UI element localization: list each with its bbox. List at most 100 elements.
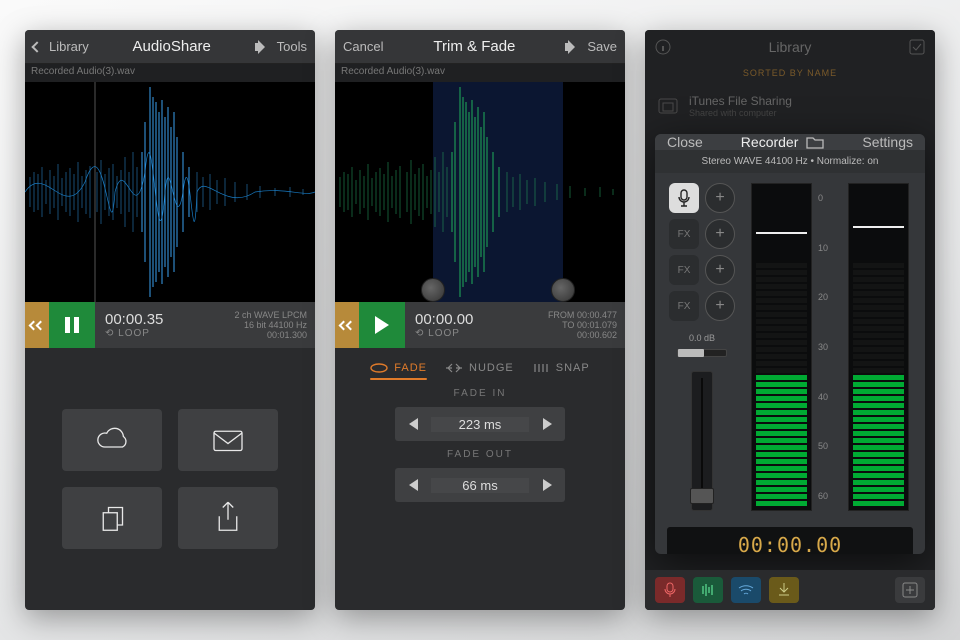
transport-bar: 00:00.00 ⟲ LOOP FROM 00:00.477 TO 00:01.…	[335, 302, 625, 348]
waveform-icon	[335, 82, 625, 302]
filename-label: Recorded Audio(3).wav	[335, 64, 625, 82]
fx-column: + FX+ FX+ FX+ 0.0 dB	[667, 183, 737, 511]
plus-icon	[902, 582, 918, 598]
chevron-left-icon	[31, 41, 42, 52]
share-icon	[207, 497, 249, 539]
back-button[interactable]: Library	[33, 39, 89, 54]
toolbar-add[interactable]	[895, 577, 925, 603]
fade-out-stepper: 66 ms	[395, 468, 565, 502]
screen-title: Trim & Fade	[433, 38, 515, 55]
fx-slot-2[interactable]: FX	[669, 255, 699, 285]
bottom-toolbar	[645, 570, 935, 610]
volume-icon[interactable]	[255, 41, 271, 53]
mail-icon	[207, 419, 249, 461]
copy-icon	[91, 497, 133, 539]
screen-recorder: Library SORTED BY NAME iTunes File Shari…	[645, 30, 935, 610]
fade-in-label: FADE IN	[454, 388, 507, 399]
add-fx-1[interactable]: +	[705, 219, 735, 249]
toolbar-record[interactable]	[655, 577, 685, 603]
library-title: Library	[769, 39, 812, 55]
navbar: Library AudioShare Tools	[25, 30, 315, 64]
info-icon[interactable]	[655, 39, 671, 55]
waveform-view[interactable]	[25, 82, 315, 302]
meter-left	[751, 183, 812, 511]
filename-label: Recorded Audio(3).wav	[25, 64, 315, 82]
mode-nudge[interactable]: NUDGE	[445, 362, 514, 374]
meter-right	[848, 183, 909, 511]
tools-button[interactable]: Tools	[277, 39, 307, 54]
meter-scale: 010 2030 4050 60	[818, 183, 842, 511]
add-fx-3[interactable]: +	[705, 291, 735, 321]
cloud-button[interactable]	[62, 409, 162, 471]
share-button[interactable]	[178, 487, 278, 549]
waveform-icon	[700, 582, 716, 598]
toolbar-import[interactable]	[769, 577, 799, 603]
copy-button[interactable]	[62, 487, 162, 549]
gain-slider[interactable]	[677, 349, 727, 357]
mic-icon	[663, 582, 677, 598]
input-mic-button[interactable]	[669, 183, 699, 213]
mic-icon	[677, 189, 691, 207]
fx-slot-3[interactable]: FX	[669, 291, 699, 321]
gain-readout: 0.0 dB	[689, 333, 715, 343]
sort-label: SORTED BY NAME	[645, 68, 935, 78]
add-fx-2[interactable]: +	[705, 255, 735, 285]
recorder-title: Recorder	[741, 134, 799, 150]
back-label: Library	[49, 39, 89, 54]
snap-icon	[532, 363, 550, 373]
transport-bar: 00:00.35 ⟲ LOOP 2 ch WAVE LPCM 16 bit 44…	[25, 302, 315, 348]
rewind-button[interactable]	[335, 302, 359, 348]
cloud-icon	[91, 419, 133, 461]
loop-label[interactable]: LOOP	[118, 328, 150, 339]
edit-mode-row: FADE NUDGE SNAP	[335, 348, 625, 380]
pause-button[interactable]	[49, 302, 95, 348]
play-button[interactable]	[359, 302, 405, 348]
mail-button[interactable]	[178, 409, 278, 471]
format-info: 2 ch WAVE LPCM 16 bit 44100 Hz 00:01.300	[226, 302, 315, 348]
level-meters: 010 2030 4050 60	[747, 183, 913, 511]
range-info: FROM 00:00.477 TO 00:01.079 00:00.602	[540, 302, 625, 348]
input-fader[interactable]	[691, 371, 713, 511]
settings-button[interactable]: Settings	[862, 134, 913, 150]
rewind-button[interactable]	[25, 302, 49, 348]
recorder-panel: Close Recorder Settings Stereo WAVE 4410…	[655, 134, 925, 554]
trim-handle-left[interactable]	[421, 278, 445, 302]
save-button[interactable]: Save	[587, 39, 617, 54]
fx-slot-1[interactable]: FX	[669, 219, 699, 249]
folder-sync-icon	[657, 95, 679, 117]
volume-icon[interactable]	[565, 41, 581, 53]
navbar: Cancel Trim & Fade Save	[335, 30, 625, 64]
close-button[interactable]: Close	[667, 134, 703, 150]
trim-handle-right[interactable]	[551, 278, 575, 302]
download-icon	[777, 582, 791, 598]
toolbar-library[interactable]	[693, 577, 723, 603]
checkbox-icon[interactable]	[909, 39, 925, 55]
mode-fade[interactable]: FADE	[370, 362, 427, 374]
fade-out-decrement[interactable]	[395, 479, 431, 491]
fade-in-stepper: 223 ms	[395, 407, 565, 441]
screen-audioshare: Library AudioShare Tools Recorded Audio(…	[25, 30, 315, 610]
fade-in-decrement[interactable]	[395, 418, 431, 430]
fade-out-value[interactable]: 66 ms	[431, 478, 529, 493]
itunes-item: iTunes File Sharing Shared with computer	[645, 86, 935, 126]
action-grid	[25, 348, 315, 610]
fade-out-increment[interactable]	[529, 479, 565, 491]
screen-trim-fade: Cancel Trim & Fade Save Recorded Audio(3…	[335, 30, 625, 610]
app-title: AudioShare	[132, 38, 210, 55]
waveform-view[interactable]	[335, 82, 625, 302]
fade-in-increment[interactable]	[529, 418, 565, 430]
fade-in-value[interactable]: 223 ms	[431, 417, 529, 432]
playhead-time: 00:00.35	[105, 311, 216, 328]
loop-label[interactable]: LOOP	[428, 328, 460, 339]
fade-icon	[370, 363, 388, 373]
playhead-time: 00:00.00	[415, 311, 530, 328]
nudge-icon	[445, 363, 463, 373]
recorder-format-info: Stereo WAVE 44100 Hz • Normalize: on	[655, 150, 925, 173]
recorder-header: Close Recorder Settings	[655, 134, 925, 150]
toolbar-wifi[interactable]	[731, 577, 761, 603]
add-input-button[interactable]: +	[705, 183, 735, 213]
folder-icon[interactable]	[806, 135, 824, 149]
mode-snap[interactable]: SNAP	[532, 362, 590, 374]
cancel-button[interactable]: Cancel	[343, 39, 383, 54]
fade-out-label: FADE OUT	[447, 449, 513, 460]
